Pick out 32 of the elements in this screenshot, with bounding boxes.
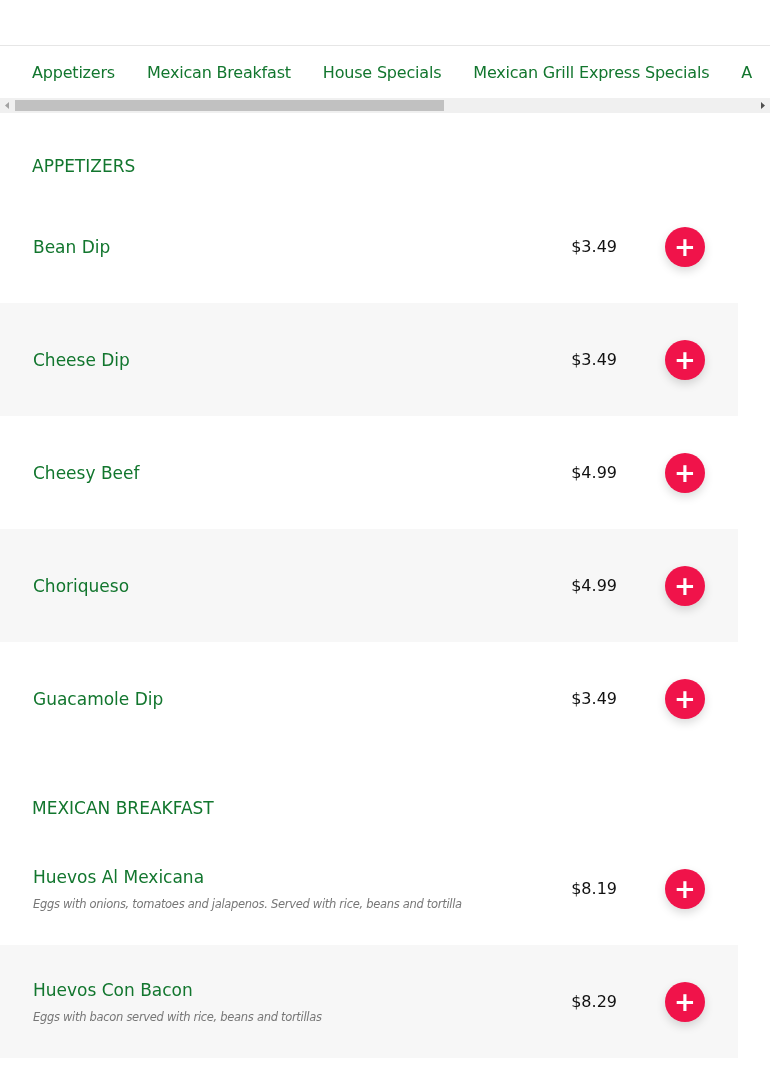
item-name[interactable]: Bean Dip [33,236,547,257]
item-price: $4.99 [570,576,617,595]
add-button[interactable]: + [665,565,705,606]
scrollbar-thumb[interactable] [15,100,444,111]
category-tab[interactable]: Mexican Breakfast [147,62,291,82]
item-price: $8.19 [570,879,617,898]
scrollbar[interactable] [0,98,770,113]
item-name[interactable]: Huevos Al Mexicana [33,866,547,887]
item-name[interactable]: Choriqueso [33,575,547,596]
category-tab[interactable]: A [741,62,753,82]
item-name[interactable]: Huevos Con Bacon [33,979,547,1000]
item-price: $8.29 [570,992,617,1011]
section-title: MEXICAN BREAKFAST [31,797,215,820]
category-tab[interactable]: Appetizers [32,62,115,82]
item-name[interactable]: Cheesy Beef [33,462,547,483]
add-button[interactable]: + [665,339,705,380]
item-description: Eggs with bacon served with rice, beans and tortillas [33,1009,323,1024]
item-description: Eggs with onions, tomatoes and jalapenos. Served with rice, beans and tortilla [33,896,463,911]
item-price: $3.49 [570,689,617,708]
category-tab[interactable]: House Specials [322,62,442,82]
item-name[interactable]: Cheese Dip [33,349,547,370]
item-price: $4.99 [570,463,617,482]
item-name[interactable]: Guacamole Dip [33,688,547,709]
item-price: $3.49 [570,237,617,256]
category-tab[interactable]: Mexican Grill Express Specials [473,62,710,82]
add-button[interactable]: + [665,981,705,1022]
item-price: $3.49 [570,350,617,369]
section-title: APPETIZERS [31,155,137,178]
add-button[interactable]: + [665,678,705,719]
add-button[interactable]: + [665,868,705,909]
add-button[interactable]: + [665,226,705,267]
add-button[interactable]: + [665,452,705,493]
